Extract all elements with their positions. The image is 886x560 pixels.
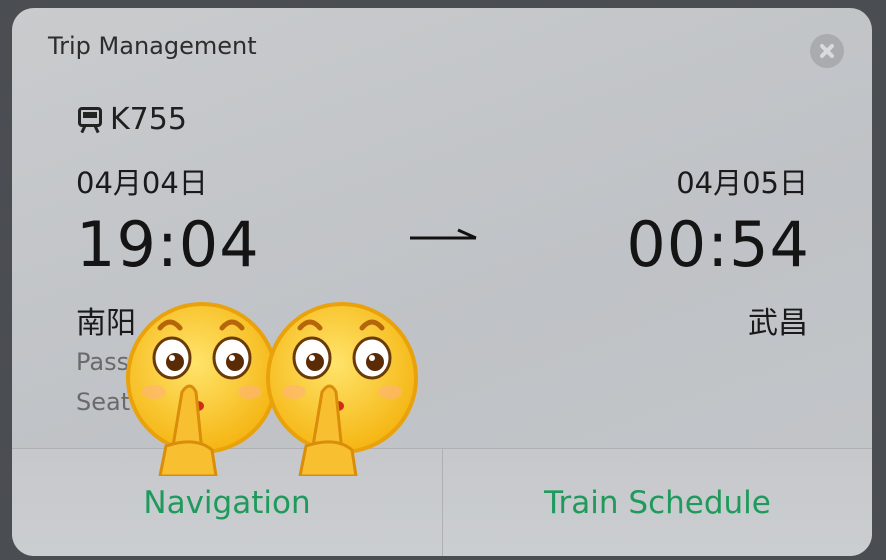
close-icon[interactable]	[810, 34, 844, 68]
arrival-station: 武昌	[748, 306, 808, 341]
train-number-row: K755	[76, 102, 187, 137]
arrival-date: 04月05日	[676, 166, 808, 200]
shush-emoji-sticker	[126, 302, 278, 476]
dialog-title: Trip Management	[48, 32, 257, 60]
train-number: K755	[110, 102, 187, 137]
departure-time: 19:04	[76, 208, 260, 281]
shush-emoji-sticker	[266, 302, 418, 476]
departure-date: 04月04日	[76, 166, 208, 200]
arrival-time: 00:54	[626, 208, 810, 281]
train-schedule-button[interactable]: Train Schedule	[443, 449, 872, 556]
arrow-right-icon	[410, 228, 477, 240]
train-icon	[76, 105, 104, 135]
